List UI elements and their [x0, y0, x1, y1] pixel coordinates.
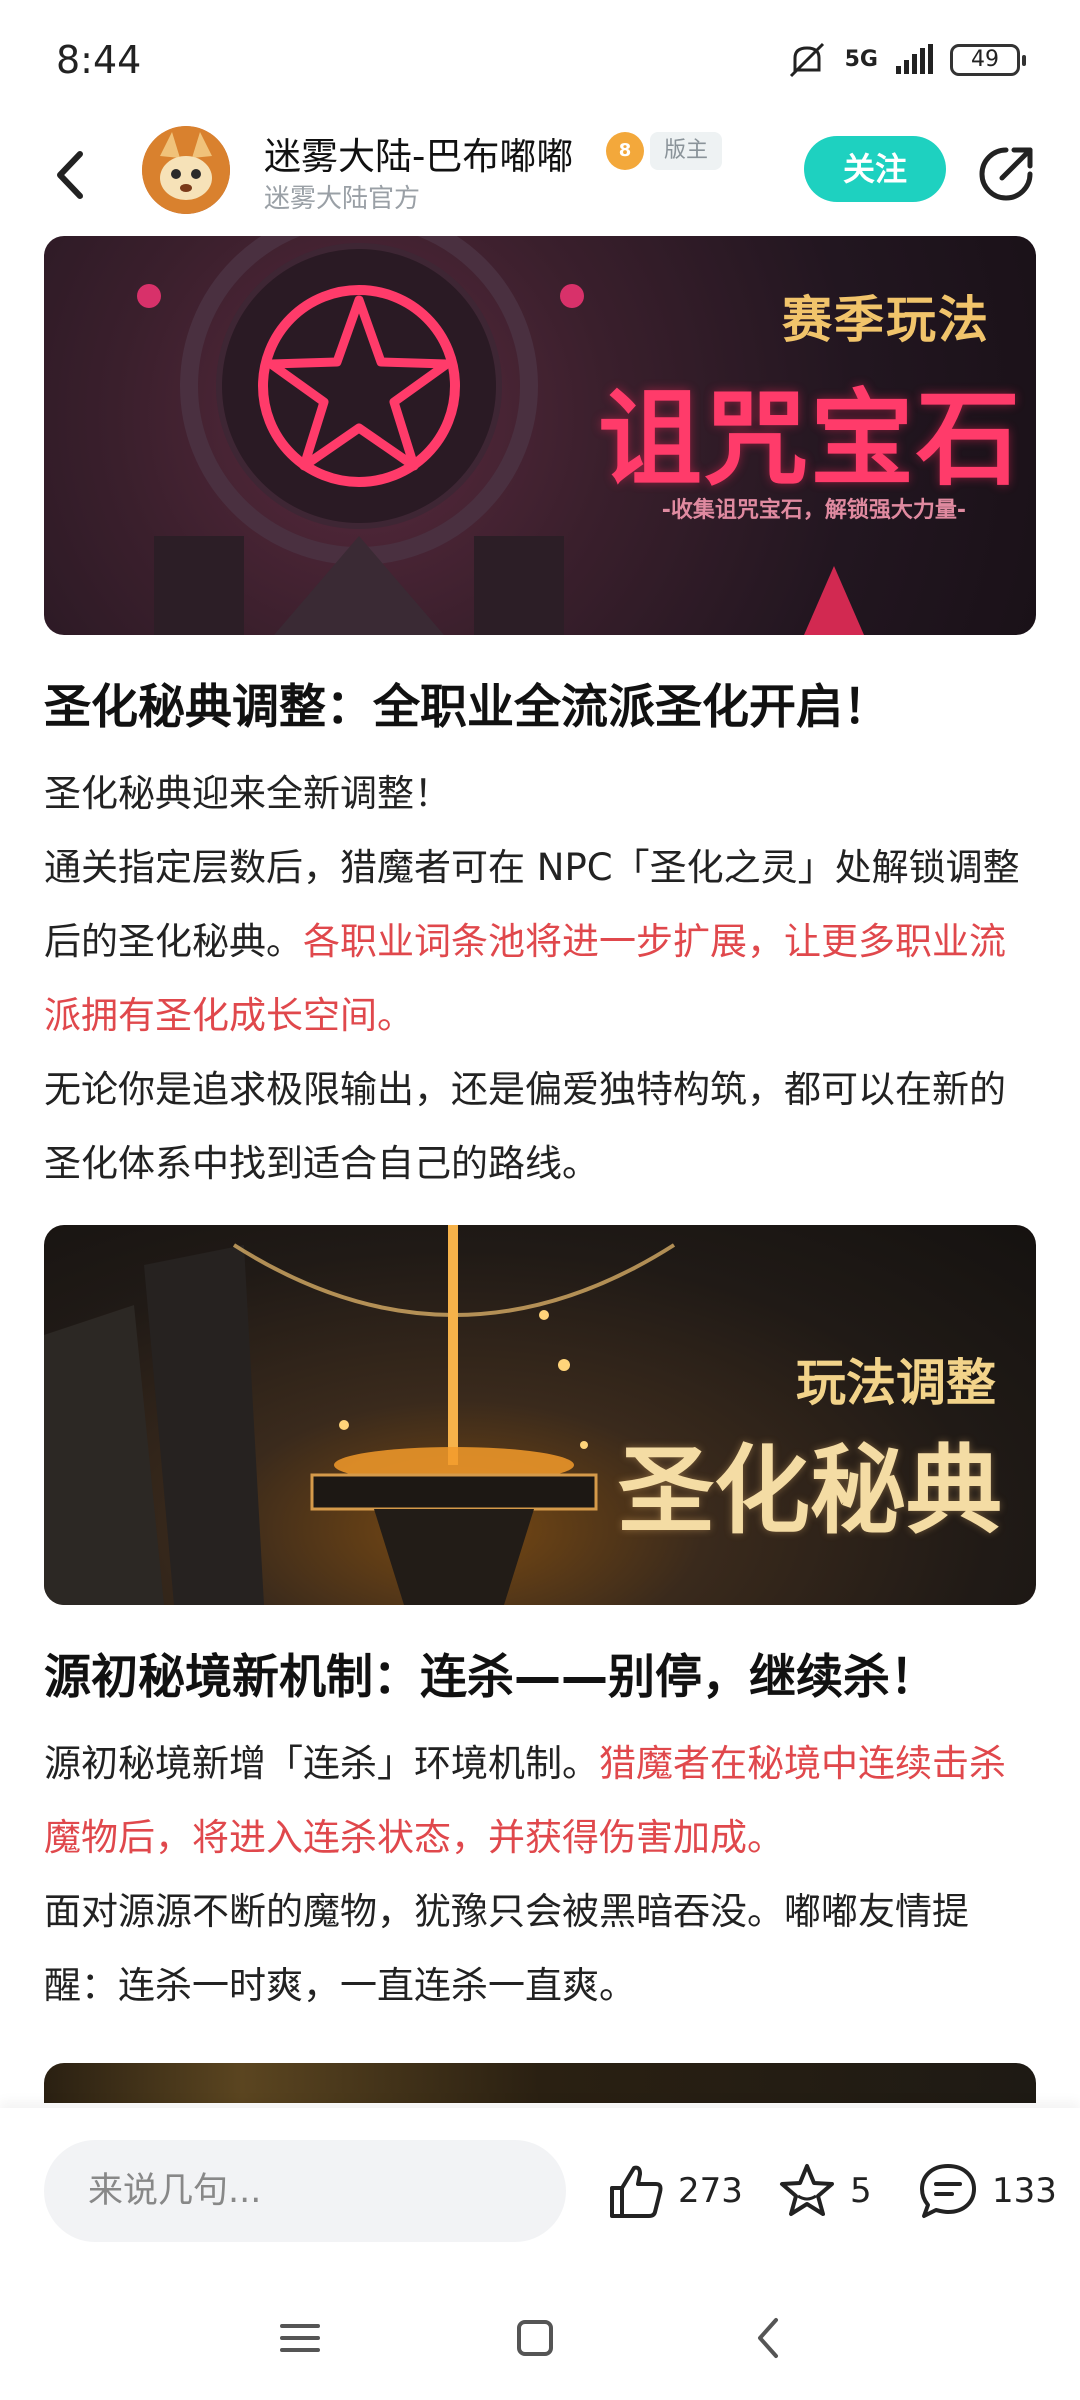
section1-paragraph-1: 圣化秘典迎来全新调整！	[44, 772, 451, 815]
comment-input[interactable]: 来说几句...	[44, 2140, 566, 2242]
comment-button[interactable]: 133	[916, 2156, 1057, 2226]
comment-icon	[920, 2164, 976, 2218]
banner1-tag: 赛季玩法	[782, 291, 990, 349]
network-label: 5G	[844, 47, 878, 72]
home-icon[interactable]	[505, 2308, 565, 2368]
section2-title: 源初秘境新机制：连杀——别停，继续杀！	[44, 1650, 937, 1705]
section2-paragraph-1-text: 源初秘境新增「连杀」环境机制。	[44, 1742, 599, 1785]
status-time: 8:44	[56, 38, 142, 82]
post-content: 赛季玩法 诅咒宝石 -收集诅咒宝石，解锁强大力量- 圣化秘典调整：全职业全流派圣…	[44, 236, 1036, 2103]
role-badge: 版主	[650, 132, 723, 170]
section1-paragraph-2: 通关指定层数后，猎魔者可在 NPC「圣化之灵」处解锁调整后的圣化秘典。各职业词条…	[44, 831, 1036, 1053]
signal-icon	[896, 44, 933, 74]
back-arrow-icon[interactable]	[42, 140, 102, 210]
section2-paragraph-1: 源初秘境新增「连杀」环境机制。猎魔者在秘境中连续击杀魔物后，将进入连杀状态，并获…	[44, 1727, 1036, 1875]
avatar[interactable]	[142, 126, 230, 214]
banner1-title: 诅咒宝石	[597, 378, 1022, 500]
like-count: 273	[678, 2171, 743, 2211]
nav-back-icon[interactable]	[740, 2308, 800, 2368]
favorite-button[interactable]: 5	[776, 2156, 872, 2226]
follow-button[interactable]: 关注	[804, 136, 946, 202]
comment-count: 133	[992, 2171, 1057, 2211]
section2-paragraph-2: 面对源源不断的魔物，犹豫只会被黑暗吞没。嘟嘟友情提醒：连杀一时爽，一直连杀一直爽…	[44, 1890, 969, 2007]
post-header: 迷雾大陆-巴布嘟嘟 8 版主 迷雾大陆官方 关注	[0, 120, 1080, 236]
menu-icon[interactable]	[270, 2308, 330, 2368]
star-icon	[780, 2164, 834, 2216]
medal-badge: 8	[606, 132, 644, 170]
status-icons: 5G 49	[785, 40, 1026, 80]
author-subtitle: 迷雾大陆官方	[264, 184, 421, 214]
banner-curse-gem[interactable]: 赛季玩法 诅咒宝石 -收集诅咒宝石，解锁强大力量-	[44, 236, 1036, 635]
banner2-title: 圣化秘典	[618, 1435, 1002, 1547]
banner-partial[interactable]	[44, 2063, 1036, 2103]
status-bar: 8:44 5G 49	[0, 0, 1080, 120]
thumbs-up-icon	[610, 2165, 663, 2218]
section1-paragraph-3: 无论你是追求极限输出，还是偏爱独特构筑，都可以在新的圣化体系中找到适合自己的路线…	[44, 1068, 1006, 1185]
system-nav-bar	[0, 2290, 1080, 2400]
favorite-count: 5	[850, 2171, 872, 2211]
like-button[interactable]: 273	[604, 2156, 743, 2226]
mute-icon	[789, 42, 824, 78]
banner2-tag: 玩法调整	[796, 1354, 996, 1412]
author-name[interactable]: 迷雾大陆-巴布嘟嘟	[264, 126, 573, 180]
battery-indicator: 49	[950, 44, 1026, 76]
banner1-subtitle: -收集诅咒宝石，解锁强大力量-	[661, 498, 966, 523]
section1-title: 圣化秘典调整：全职业全流派圣化开启！	[44, 680, 890, 735]
share-icon[interactable]	[976, 142, 1038, 204]
banner-sanctify-codex[interactable]: 玩法调整 圣化秘典	[44, 1225, 1036, 1605]
